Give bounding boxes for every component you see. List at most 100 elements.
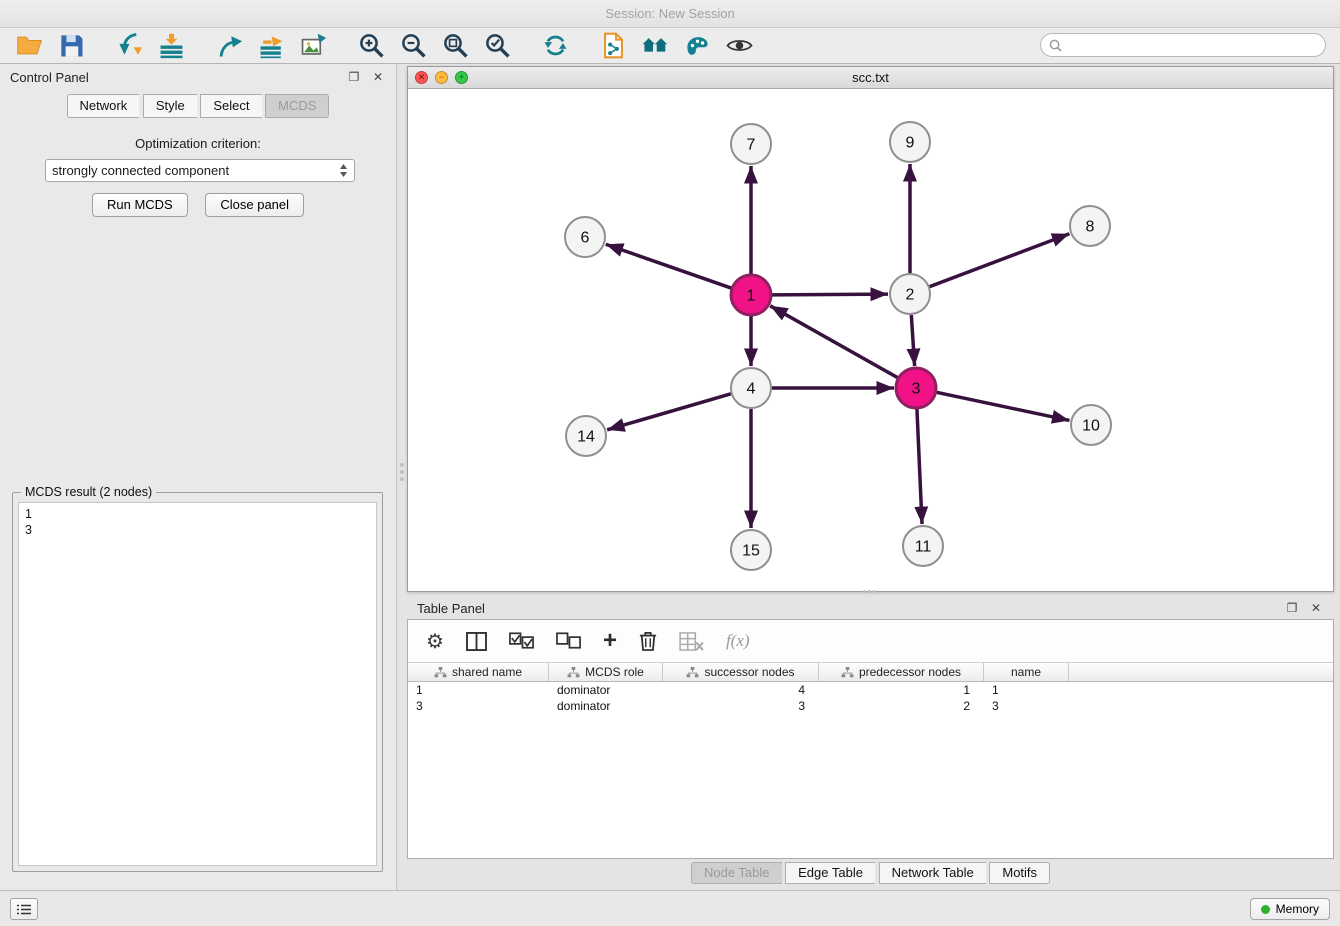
save-session-button[interactable] [50,30,92,62]
cell-shared-name[interactable]: 1 [408,682,549,698]
window-resize-handle[interactable] [860,589,878,594]
tab-edge-table[interactable]: Edge Table [785,862,875,884]
show-columns-button[interactable] [466,632,487,651]
edge-2-3[interactable] [911,315,914,366]
export-image-button[interactable] [292,30,334,62]
network-graph[interactable]: 7 9 6 8 1 2 4 3 14 10 15 11 [408,90,1333,591]
table-panel-close-button[interactable]: ✕ [1308,600,1324,616]
tab-mcds[interactable]: MCDS [265,94,329,118]
cell-mcds-role[interactable]: dominator [549,682,663,698]
criterion-select[interactable]: strongly connected component [45,159,355,182]
select-all-columns-button[interactable] [509,632,534,650]
task-history-button[interactable] [10,898,38,920]
edge-4-14[interactable] [607,394,731,430]
column-header-name[interactable]: name [984,663,1069,681]
table-row[interactable]: 1 dominator 4 1 1 [408,682,1333,698]
import-table-button[interactable] [150,30,192,62]
table-settings-button[interactable]: ⚙ [426,629,444,654]
column-header-successor-nodes[interactable]: successor nodes [663,663,819,681]
edge-3-1[interactable] [770,306,898,378]
cell-shared-name[interactable]: 3 [408,698,549,714]
window-minimize-icon[interactable]: − [435,71,448,84]
zoom-in-button[interactable] [350,30,392,62]
graph-node-14[interactable]: 14 [566,416,606,456]
column-header-shared-name[interactable]: shared name [408,663,549,681]
tab-motifs[interactable]: Motifs [989,862,1050,884]
graph-node-8[interactable]: 8 [1070,206,1110,246]
close-panel-button[interactable]: Close panel [205,193,304,217]
search-input[interactable] [1062,35,1325,55]
tab-node-table[interactable]: Node Table [691,862,782,884]
tab-select[interactable]: Select [200,94,261,118]
mcds-result-text[interactable]: 1 3 [18,502,377,866]
graph-node-9[interactable]: 9 [890,122,930,162]
memory-button[interactable]: Memory [1250,898,1330,920]
table-panel-float-button[interactable]: ❐ [1284,600,1300,616]
search-box[interactable] [1040,33,1326,57]
cell-filler [1069,698,1333,714]
graph-node-6[interactable]: 6 [565,217,605,257]
zoom-out-button[interactable] [392,30,434,62]
export-network-button[interactable] [208,30,250,62]
function-builder-button[interactable]: f(x) [726,631,750,651]
column-header-predecessor-nodes[interactable]: predecessor nodes [819,663,984,681]
edge-3-10[interactable] [937,392,1070,420]
main-toolbar [0,28,1340,64]
home-button[interactable] [634,30,676,62]
cell-predecessor-nodes[interactable]: 1 [819,682,984,698]
graph-node-10[interactable]: 10 [1071,405,1111,445]
graph-node-3[interactable]: 3 [896,368,936,408]
cell-successor-nodes[interactable]: 3 [663,698,819,714]
trash-icon [639,630,657,652]
svg-text:11: 11 [915,539,932,556]
column-hierarchy-icon [686,667,699,678]
toolbar-separator [92,45,108,46]
edge-2-8[interactable] [930,234,1070,287]
show-hide-button[interactable] [718,30,760,62]
edge-1-6[interactable] [606,244,731,288]
table-row[interactable]: 3 dominator 3 2 3 [408,698,1333,714]
cell-name[interactable]: 3 [984,698,1069,714]
cell-successor-nodes[interactable]: 4 [663,682,819,698]
window-zoom-icon[interactable]: + [455,71,468,84]
window-close-icon[interactable]: ✕ [415,71,428,84]
tab-network-table[interactable]: Network Table [879,862,986,884]
open-session-button[interactable] [8,30,50,62]
network-canvas[interactable]: 7 9 6 8 1 2 4 3 14 10 15 11 [408,90,1333,591]
edge-3-11[interactable] [917,409,922,524]
graph-node-11[interactable]: 11 [903,526,943,566]
import-network-button[interactable] [108,30,150,62]
network-from-file-button[interactable] [592,30,634,62]
control-panel-float-button[interactable]: ❐ [346,69,362,85]
memory-status-icon [1261,905,1270,914]
graph-node-15[interactable]: 15 [731,530,771,570]
graph-node-2[interactable]: 2 [890,274,930,314]
network-window-titlebar[interactable]: ✕ − + scc.txt [408,67,1333,89]
apply-style-button[interactable] [676,30,718,62]
tab-style[interactable]: Style [143,94,197,118]
cell-name[interactable]: 1 [984,682,1069,698]
cell-mcds-role[interactable]: dominator [549,698,663,714]
import-network-icon [116,32,143,59]
graph-node-1[interactable]: 1 [731,275,771,315]
graph-node-7[interactable]: 7 [731,124,771,164]
delete-column-button[interactable] [639,630,657,652]
zoom-fit-button[interactable] [434,30,476,62]
cell-predecessor-nodes[interactable]: 2 [819,698,984,714]
refresh-button[interactable] [534,30,576,62]
control-panel-close-button[interactable]: ✕ [370,69,386,85]
zoom-selected-button[interactable] [476,30,518,62]
export-table-button[interactable] [250,30,292,62]
tab-network[interactable]: Network [67,94,140,118]
column-hierarchy-icon [567,667,580,678]
create-column-button[interactable]: + [603,631,617,651]
run-mcds-button[interactable]: Run MCDS [92,193,188,217]
column-header-mcds-role[interactable]: MCDS role [549,663,663,681]
panel-splitter[interactable] [398,455,406,489]
graph-node-4[interactable]: 4 [731,368,771,408]
delete-table-button[interactable] [679,632,704,651]
unselect-all-columns-button[interactable] [556,632,581,650]
column-label: predecessor nodes [859,665,961,679]
edge-1-2[interactable] [772,294,888,295]
control-panel-header: Control Panel ❐ ✕ [0,64,396,90]
